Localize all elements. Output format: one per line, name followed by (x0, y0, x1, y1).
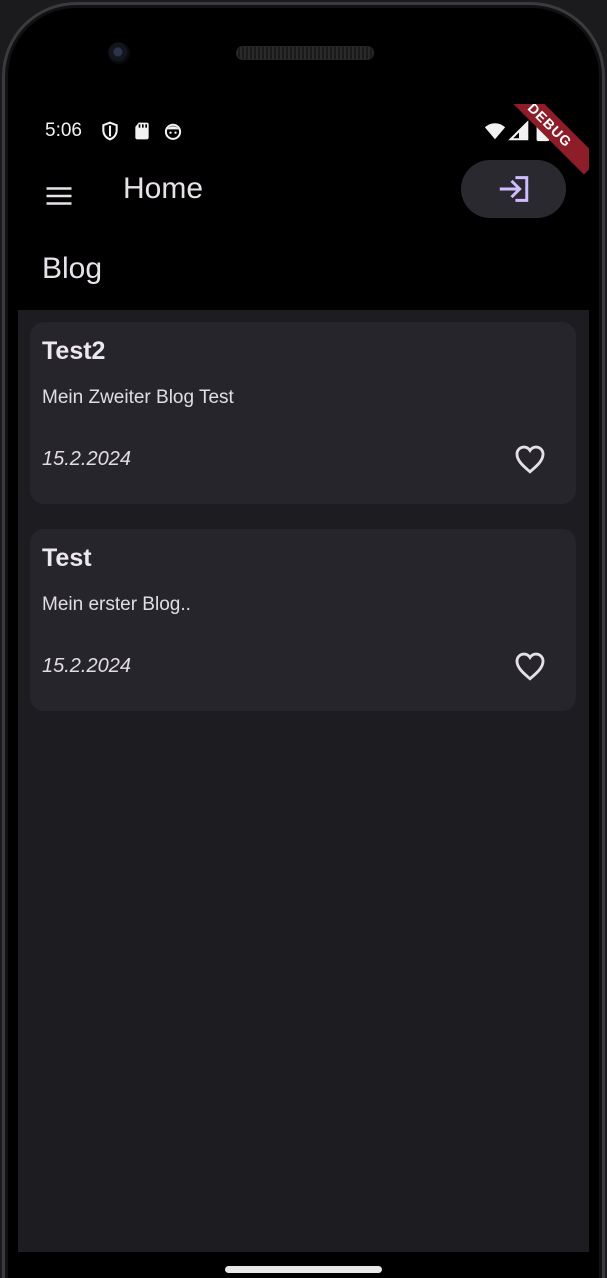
sd-card-icon (135, 122, 149, 140)
home-indicator[interactable] (225, 1266, 382, 1273)
heart-outline-icon (515, 445, 545, 474)
menu-button[interactable] (37, 174, 81, 218)
blog-feed: Test2 Mein Zweiter Blog Test 15.2.2024 T… (18, 310, 589, 1252)
login-icon (499, 176, 528, 202)
post-date: 15.2.2024 (42, 448, 131, 470)
post-body: Mein erster Blog.. (42, 594, 191, 615)
wifi-icon (484, 123, 506, 140)
status-bar: 5:06 (18, 104, 589, 156)
post-body: Mein Zweiter Blog Test (42, 387, 234, 408)
android-face-icon (164, 123, 182, 140)
app-bar: Home Blog (18, 156, 589, 310)
shield-icon (102, 121, 118, 141)
blog-post-card[interactable]: Test2 Mein Zweiter Blog Test 15.2.2024 (30, 322, 576, 504)
post-date: 15.2.2024 (42, 655, 131, 677)
app-screen: 5:06 Home Blog DEBUG Test2 Mein Zweiter … (18, 104, 589, 1252)
earpiece-speaker (236, 46, 374, 60)
post-title: Test (42, 544, 92, 572)
page-title: Home (123, 172, 204, 205)
login-button[interactable] (461, 160, 566, 218)
front-camera (108, 42, 130, 64)
blog-post-card[interactable]: Test Mein erster Blog.. 15.2.2024 (30, 529, 576, 711)
like-button[interactable] (510, 439, 550, 479)
status-time: 5:06 (45, 120, 82, 141)
phone-frame: 5:06 Home Blog DEBUG Test2 Mein Zweiter … (0, 0, 607, 1278)
menu-icon (46, 187, 72, 205)
like-button[interactable] (510, 646, 550, 686)
heart-outline-icon (515, 652, 545, 681)
signal-icon (508, 120, 529, 141)
post-title: Test2 (42, 337, 106, 365)
section-title-blog: Blog (42, 252, 103, 285)
